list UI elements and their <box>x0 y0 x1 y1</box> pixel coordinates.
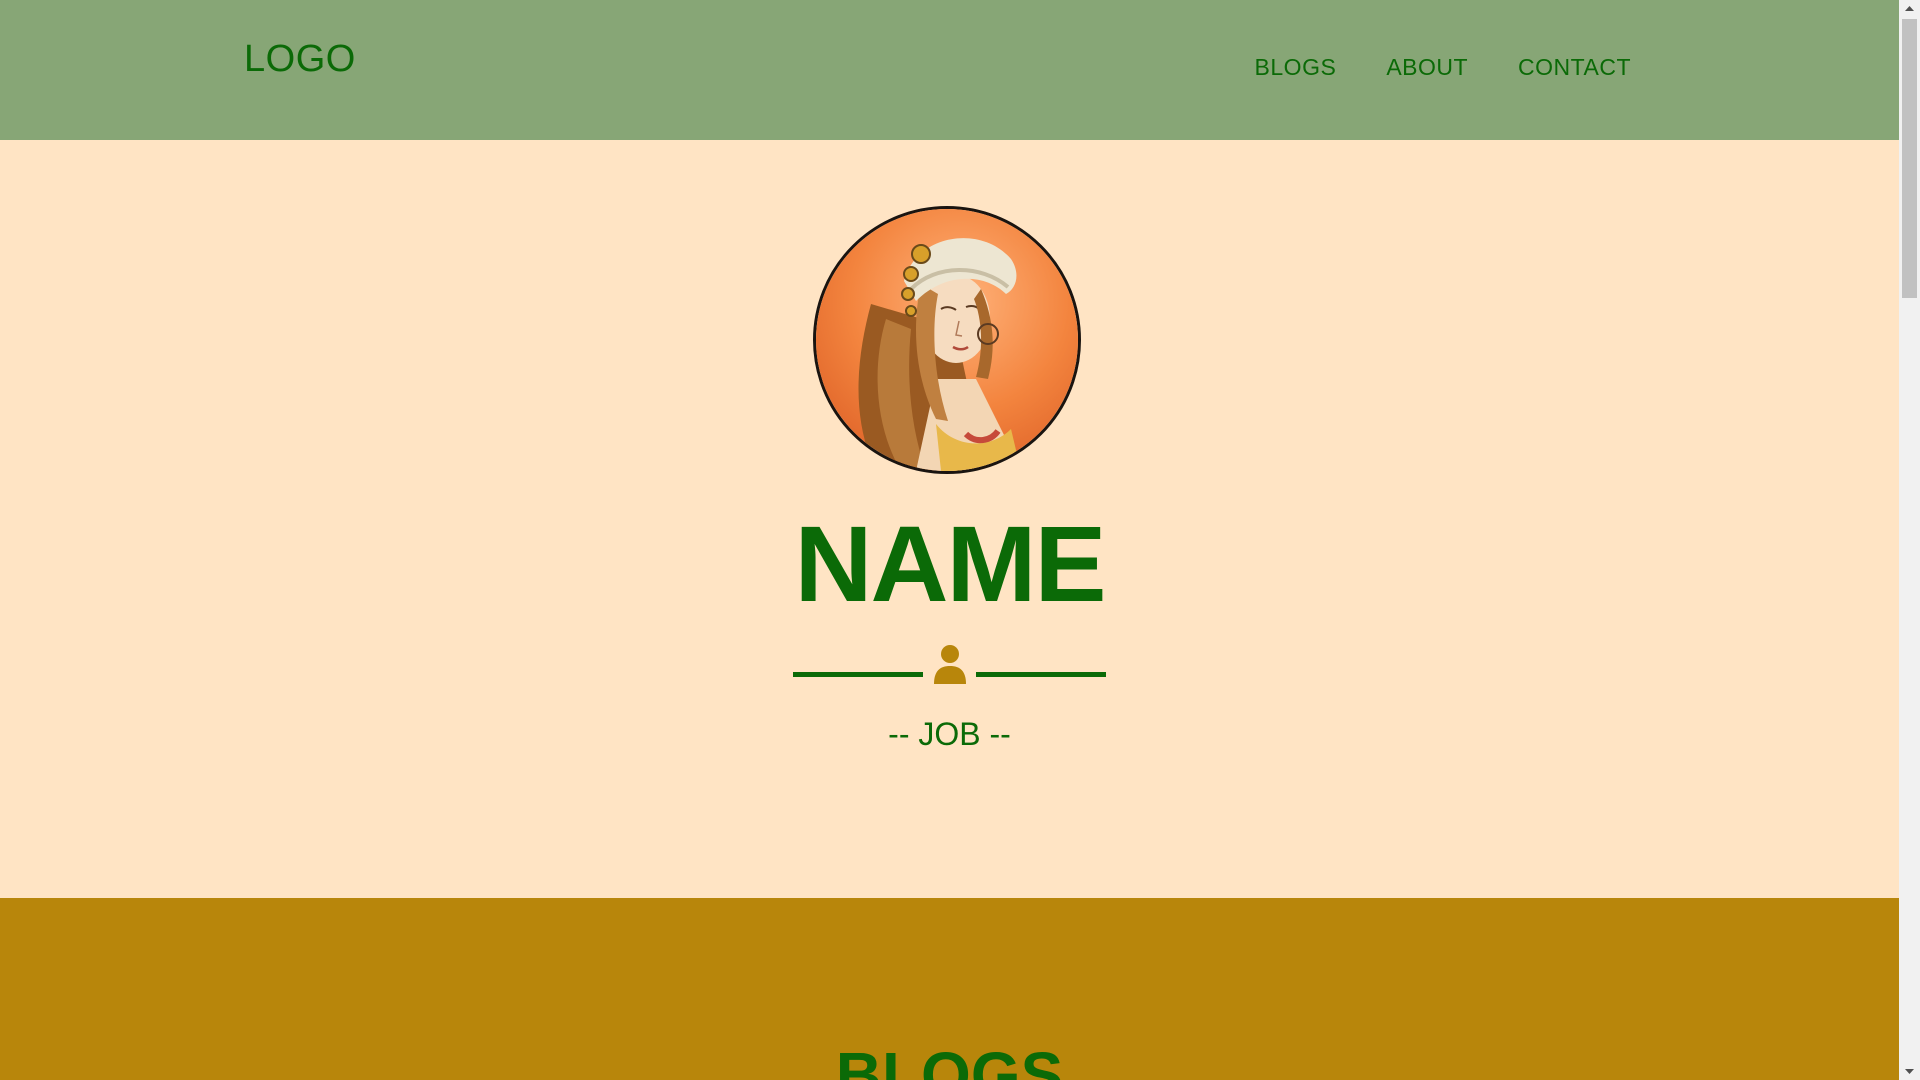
user-icon <box>934 645 966 684</box>
blogs-section: BLOGS <box>0 898 1899 1080</box>
nav-link-about[interactable]: ABOUT <box>1386 54 1468 81</box>
nav-link-contact[interactable]: CONTACT <box>1518 54 1631 81</box>
navbar: LOGO BLOGS ABOUT CONTACT <box>0 0 1899 140</box>
nav-links: BLOGS ABOUT CONTACT <box>1255 54 1631 81</box>
logo-link[interactable]: LOGO <box>244 38 356 81</box>
hero-name: NAME <box>794 503 1107 624</box>
hero-divider <box>793 644 1106 688</box>
avatar <box>813 206 1081 474</box>
divider-line-left <box>793 672 923 677</box>
scroll-up-arrow-icon[interactable] <box>1899 0 1920 17</box>
portrait-illustration <box>816 209 1078 471</box>
blogs-title: BLOGS <box>835 1039 1064 1080</box>
page: LOGO BLOGS ABOUT CONTACT NAME -- JOB -- … <box>0 0 1899 1080</box>
hero-section: NAME -- JOB -- <box>0 140 1899 898</box>
divider-line-right <box>976 672 1106 677</box>
nav-link-blogs[interactable]: BLOGS <box>1255 54 1337 81</box>
scroll-thumb[interactable] <box>1902 19 1917 298</box>
vertical-scrollbar[interactable] <box>1899 0 1920 1080</box>
scroll-down-arrow-icon[interactable] <box>1899 1063 1920 1080</box>
hero-job: -- JOB -- <box>888 716 1011 752</box>
